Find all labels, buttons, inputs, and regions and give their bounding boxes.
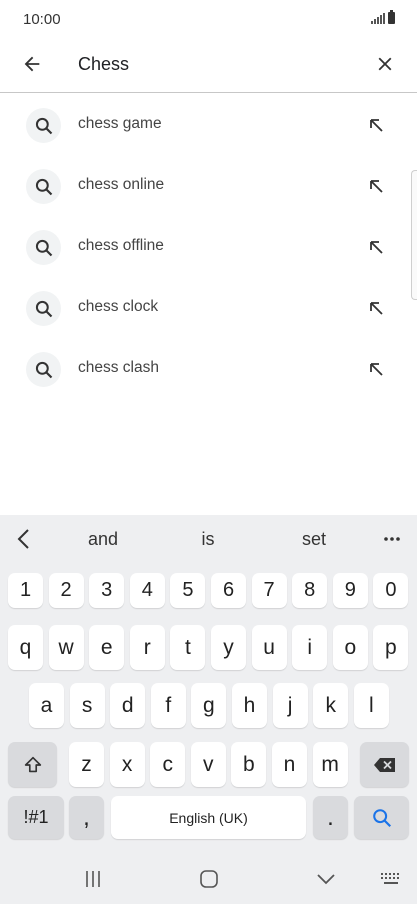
key-3[interactable]: 3 [89, 573, 125, 608]
north-west-arrow-icon[interactable] [364, 113, 388, 137]
prediction-collapse-button[interactable] [10, 525, 38, 553]
key-n[interactable]: n [272, 742, 307, 787]
suggestion-label: chess offline [78, 237, 164, 254]
key-j[interactable]: j [272, 683, 308, 728]
north-west-arrow-icon[interactable] [364, 174, 388, 198]
key-t[interactable]: t [170, 625, 206, 670]
prediction-word[interactable]: and [88, 529, 118, 550]
key-1[interactable]: 1 [8, 573, 43, 608]
key-f[interactable]: f [150, 683, 186, 728]
key-m[interactable]: m [312, 742, 348, 787]
home-icon [200, 870, 218, 888]
suggestion-item[interactable]: chess online [0, 155, 417, 216]
key-u[interactable]: u [251, 625, 287, 670]
key-4[interactable]: 4 [129, 573, 165, 608]
key-p[interactable]: p [373, 625, 409, 670]
suggestion-label: chess clash [78, 359, 159, 376]
key-a[interactable]: a [29, 683, 64, 728]
key-e[interactable]: e [89, 625, 125, 670]
key-0[interactable]: 0 [373, 573, 409, 608]
key-s[interactable]: s [69, 683, 105, 728]
shift-icon [24, 756, 41, 772]
keyboard-icon [381, 873, 399, 884]
status-icons [371, 10, 395, 24]
hide-keyboard-button[interactable] [312, 867, 340, 891]
recents-button[interactable] [79, 867, 107, 891]
search-icon [26, 230, 61, 265]
key-b[interactable]: b [231, 742, 267, 787]
key-x[interactable]: x [109, 742, 145, 787]
north-west-arrow-icon[interactable] [364, 357, 388, 381]
key-9[interactable]: 9 [332, 573, 368, 608]
suggestion-item[interactable]: chess clash [0, 338, 417, 399]
prediction-word[interactable]: is [202, 529, 215, 550]
chevron-left-icon [17, 529, 29, 549]
navigation-bar [0, 855, 417, 904]
suggestion-item[interactable]: chess game [0, 94, 417, 155]
key-v[interactable]: v [190, 742, 226, 787]
key-w[interactable]: w [48, 625, 84, 670]
key-2[interactable]: 2 [48, 573, 84, 608]
key-g[interactable]: g [191, 683, 227, 728]
back-button[interactable] [16, 48, 48, 80]
key-d[interactable]: d [110, 683, 146, 728]
suggestion-item[interactable]: chess clock [0, 277, 417, 338]
scrollbar[interactable] [411, 170, 417, 300]
backspace-key[interactable] [360, 742, 409, 787]
recents-icon [86, 871, 100, 887]
suggestion-label: chess game [78, 115, 162, 132]
prediction-bar: and is set [0, 515, 417, 563]
close-icon [378, 57, 392, 71]
key-c[interactable]: c [150, 742, 186, 787]
key-q[interactable]: q [8, 625, 43, 670]
search-key[interactable] [354, 796, 409, 839]
key-6[interactable]: 6 [211, 573, 246, 608]
key-5[interactable]: 5 [170, 573, 206, 608]
search-icon [26, 352, 61, 387]
suggestion-item[interactable]: chess offline [0, 216, 417, 277]
chevron-down-icon [317, 874, 335, 885]
key-o[interactable]: o [332, 625, 368, 670]
search-input[interactable] [78, 48, 358, 80]
search-icon [372, 808, 391, 827]
keyboard-switch-button[interactable] [377, 867, 405, 891]
symbols-key[interactable]: !#1 [8, 796, 64, 839]
signal-icon [371, 13, 385, 24]
key-k[interactable]: k [313, 683, 349, 728]
north-west-arrow-icon[interactable] [364, 296, 388, 320]
suggestion-list: chess game chess online chess offline chess… [0, 94, 417, 399]
key-i[interactable]: i [292, 625, 328, 670]
period-key[interactable]: . [313, 796, 348, 839]
more-horizontal-icon [384, 537, 400, 541]
space-key[interactable]: English (UK) [111, 796, 306, 839]
battery-icon [388, 10, 395, 24]
suggestion-label: chess online [78, 176, 165, 193]
north-west-arrow-icon[interactable] [364, 235, 388, 259]
key-7[interactable]: 7 [251, 573, 287, 608]
status-time: 10:00 [23, 11, 61, 28]
comma-key[interactable]: , [69, 796, 104, 839]
search-icon [26, 169, 61, 204]
keyboard: and is set !#1 , English (UK) . 12345678… [0, 515, 417, 904]
key-y[interactable]: y [211, 625, 246, 670]
status-bar: 10:00 [0, 0, 417, 38]
suggestion-label: chess clock [78, 298, 159, 315]
prediction-word[interactable]: set [302, 529, 326, 550]
search-icon [26, 108, 61, 143]
search-icon [26, 291, 61, 326]
clear-search-button[interactable] [369, 48, 401, 80]
search-header [0, 38, 417, 93]
key-8[interactable]: 8 [292, 573, 328, 608]
key-r[interactable]: r [129, 625, 165, 670]
home-button[interactable] [195, 867, 223, 891]
shift-key[interactable] [8, 742, 57, 787]
backspace-icon [373, 757, 395, 772]
back-arrow-icon [24, 56, 40, 72]
key-h[interactable]: h [232, 683, 267, 728]
more-options-button[interactable] [380, 527, 404, 551]
key-l[interactable]: l [353, 683, 389, 728]
key-z[interactable]: z [69, 742, 104, 787]
